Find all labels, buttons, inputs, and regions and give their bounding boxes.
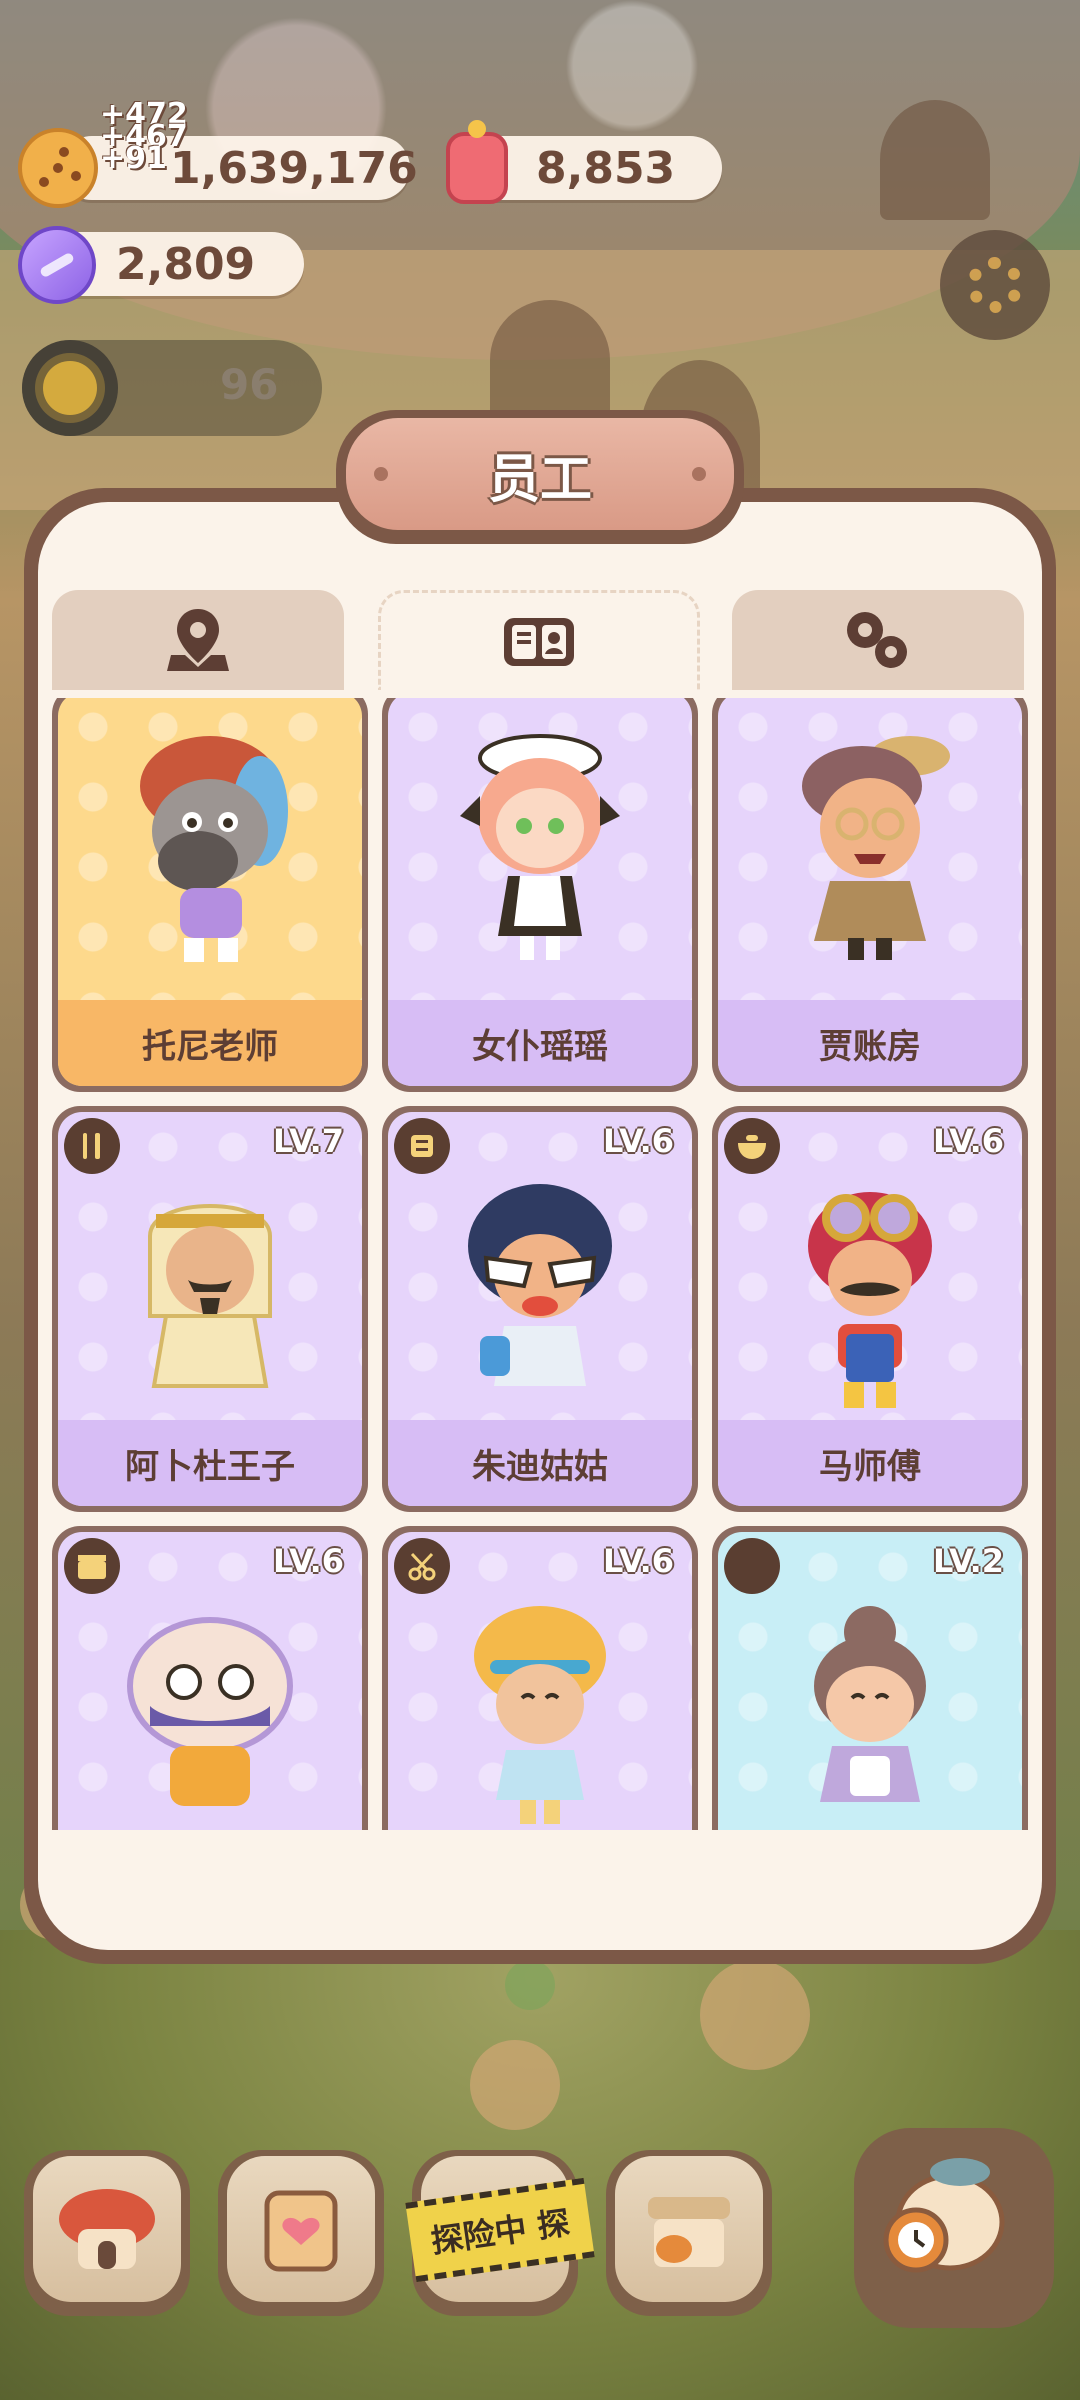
gears-icon bbox=[847, 612, 907, 668]
nav-button-face bbox=[864, 2138, 1044, 2318]
grid-torn-edge bbox=[44, 1830, 1036, 1840]
nav-alarm-event-button[interactable] bbox=[854, 2128, 1054, 2328]
npc-character bbox=[700, 1960, 810, 2070]
staff-level: LV.7 bbox=[272, 1122, 344, 1160]
book-icon bbox=[504, 617, 574, 666]
staff-card-face: 贾账房 bbox=[718, 698, 1022, 1086]
scissors-icon bbox=[394, 1538, 450, 1594]
npc-character bbox=[505, 1960, 555, 2010]
staff-portrait-aunt-judy bbox=[468, 1184, 612, 1386]
shop-stall-icon bbox=[648, 2197, 730, 2267]
candy-icon bbox=[18, 226, 96, 304]
staff-portrait-zebra bbox=[140, 736, 288, 962]
staff-portrait-master-ma bbox=[808, 1192, 932, 1408]
cookie-count: 1,639,176 bbox=[170, 142, 418, 194]
staff-level: LV.2 bbox=[932, 1542, 1004, 1580]
staff-portrait-maid bbox=[460, 734, 620, 960]
staff-name: 托尼老师 bbox=[58, 1000, 362, 1086]
staff-name: 贾账房 bbox=[718, 1000, 1022, 1086]
nav-build-button[interactable] bbox=[24, 2150, 190, 2316]
pot-icon bbox=[724, 1118, 780, 1174]
staff-name: 马师傅 bbox=[718, 1420, 1022, 1506]
menu-icon bbox=[394, 1118, 450, 1174]
tab-staff-book[interactable] bbox=[378, 590, 700, 690]
panel-title-plate-face: 员工 bbox=[346, 418, 734, 530]
staff-portrait-lion-dancer bbox=[127, 1617, 293, 1806]
staff-card-face: LV.2 bbox=[718, 1532, 1022, 1840]
staff-card-face: LV.6 马师傅 bbox=[718, 1112, 1022, 1506]
staff-name: 朱迪姑姑 bbox=[388, 1420, 692, 1506]
tab-location[interactable] bbox=[52, 590, 344, 690]
staff-level: LV.6 bbox=[602, 1542, 674, 1580]
gain-popup: +472 +467 +91 bbox=[100, 100, 188, 174]
sun-icon bbox=[22, 340, 118, 436]
staff-portrait-grandma bbox=[814, 1606, 926, 1802]
npc-character bbox=[470, 2040, 560, 2130]
staff-name: 阿卜杜王子 bbox=[58, 1420, 362, 1506]
tab-settings-gears[interactable] bbox=[732, 590, 1024, 690]
settings-gear-icon[interactable] bbox=[940, 230, 1050, 340]
nav-button-face bbox=[227, 2156, 375, 2302]
staff-card[interactable]: LV.6 朱迪姑姑 bbox=[382, 1106, 698, 1512]
map-pin-icon bbox=[167, 609, 229, 671]
staff-card[interactable]: 托尼老师 bbox=[52, 698, 368, 1092]
staff-card-face: LV.7 阿卜杜王子 bbox=[58, 1112, 362, 1506]
nav-tasks-button[interactable] bbox=[218, 2150, 384, 2316]
candy-count: 2,809 bbox=[116, 238, 256, 290]
staff-card[interactable]: LV.6 马师傅 bbox=[712, 1106, 1028, 1512]
jelly-count: 8,853 bbox=[536, 142, 676, 194]
staff-card[interactable]: LV.2 bbox=[712, 1526, 1028, 1840]
nav-shop-button[interactable] bbox=[606, 2150, 772, 2316]
staff-card-face: LV.6 bbox=[58, 1532, 362, 1840]
nav-button-face bbox=[615, 2156, 763, 2302]
staff-card-face: 女仆瑶瑶 bbox=[388, 698, 692, 1086]
nav-button-face bbox=[33, 2156, 181, 2302]
staff-card[interactable]: LV.6 bbox=[52, 1526, 368, 1840]
level-value: 96 bbox=[220, 360, 279, 409]
jelly-icon bbox=[446, 120, 508, 204]
staff-card[interactable]: LV.7 阿卜杜王子 bbox=[52, 1106, 368, 1512]
staff-grid: 托尼老师 女仆瑶瑶 贾账房 LV.7 阿卜杜王子 LV.6 朱迪姑姑 LV.6 … bbox=[44, 698, 1036, 1840]
empty-badge-icon bbox=[724, 1538, 780, 1594]
house-window bbox=[880, 100, 990, 220]
mushroom-house-icon bbox=[59, 2189, 155, 2269]
clapper-icon bbox=[64, 1538, 120, 1594]
fish-alarm-icon bbox=[883, 2158, 1005, 2273]
staff-card[interactable]: LV.6 bbox=[382, 1526, 698, 1840]
staff-card-face: LV.6 bbox=[388, 1532, 692, 1840]
staff-level: LV.6 bbox=[602, 1122, 674, 1160]
staff-card-face: 托尼老师 bbox=[58, 698, 362, 1086]
staff-name: 女仆瑶瑶 bbox=[388, 1000, 692, 1086]
staff-portrait-prince bbox=[148, 1204, 272, 1388]
staff-portrait-blond-boy bbox=[474, 1606, 606, 1824]
staff-card-face: LV.6 朱迪姑姑 bbox=[388, 1112, 692, 1506]
staff-card[interactable]: 女仆瑶瑶 bbox=[382, 698, 698, 1092]
staff-level: LV.6 bbox=[272, 1542, 344, 1580]
panel-title-plate: 员工 bbox=[336, 410, 744, 544]
staff-level: LV.6 bbox=[932, 1122, 1004, 1160]
exploring-label: 探险中 探 bbox=[428, 2203, 572, 2261]
clipboard-heart-icon bbox=[264, 2190, 338, 2272]
staff-portrait-accountant bbox=[802, 736, 950, 960]
house-window bbox=[490, 300, 610, 420]
cookie-icon bbox=[18, 128, 98, 208]
staff-card[interactable]: 贾账房 bbox=[712, 698, 1028, 1092]
utensils-icon bbox=[64, 1118, 120, 1174]
panel-title: 员工 bbox=[487, 449, 592, 510]
